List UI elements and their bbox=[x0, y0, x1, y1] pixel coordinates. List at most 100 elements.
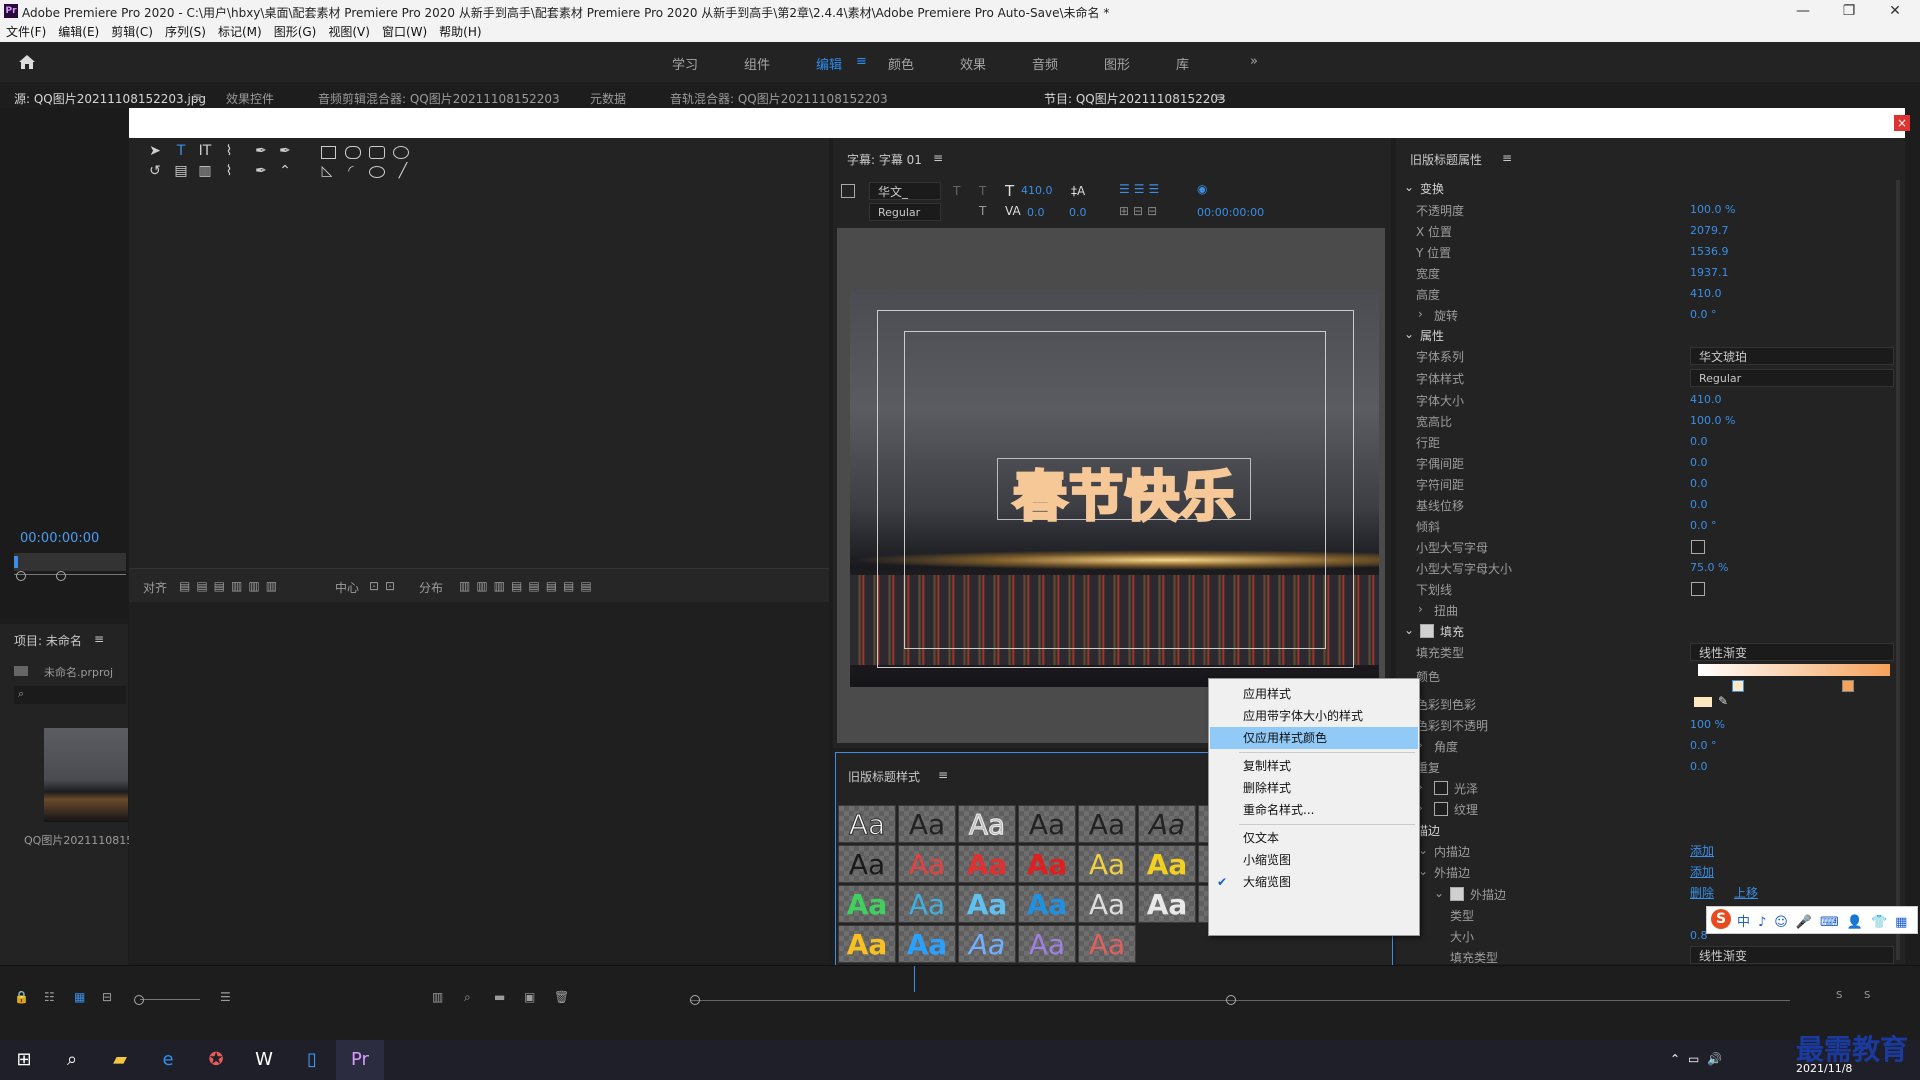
word-icon[interactable]: W bbox=[240, 1040, 288, 1080]
source-playhead[interactable] bbox=[14, 556, 18, 568]
height-value[interactable]: 410.0 bbox=[1690, 287, 1722, 300]
move-up-stroke-link[interactable]: 上移 bbox=[1734, 884, 1758, 901]
menu-duplicate-style[interactable]: 复制样式 bbox=[1210, 755, 1418, 777]
icon-view-icon[interactable]: ▦ bbox=[74, 990, 85, 1004]
width-value[interactable]: 1937.1 bbox=[1690, 266, 1729, 279]
bold-icon[interactable]: T bbox=[953, 184, 960, 198]
stroke-size-value[interactable]: 0.8 bbox=[1690, 929, 1708, 942]
leading-prop-value[interactable]: 0.0 bbox=[1690, 435, 1708, 448]
workspace-effects[interactable]: 效果 bbox=[960, 54, 986, 73]
workspace-editing[interactable]: 编辑 bbox=[816, 54, 842, 73]
wedge-tool-icon[interactable]: ◺ bbox=[317, 162, 337, 180]
vertical-area-type-tool-icon[interactable]: ▥ bbox=[195, 162, 215, 180]
rectangle-tool-icon[interactable] bbox=[321, 146, 336, 159]
menu-text-only[interactable]: 仅文本 bbox=[1210, 827, 1418, 849]
style-swatch[interactable]: Aa bbox=[838, 845, 896, 883]
fill-checkbox[interactable] bbox=[1420, 624, 1434, 638]
home-icon[interactable] bbox=[18, 54, 36, 70]
line-tool-icon[interactable]: ╱ bbox=[393, 162, 413, 180]
workspace-audio[interactable]: 音频 bbox=[1032, 54, 1058, 73]
menu-file[interactable]: 文件(F) bbox=[0, 22, 52, 42]
chevron-down-icon[interactable]: ⌄ bbox=[1404, 180, 1414, 194]
selection-tool-icon[interactable]: ➤ bbox=[145, 142, 165, 160]
fill-type-select[interactable]: 线性渐变 bbox=[1690, 643, 1894, 661]
distort-label[interactable]: 扭曲 bbox=[1434, 602, 1458, 619]
properties-scrollbar[interactable] bbox=[1896, 180, 1900, 960]
title-designer-close-icon[interactable]: × bbox=[1894, 115, 1910, 131]
angle-value[interactable]: 0.0 ° bbox=[1690, 739, 1717, 752]
style-swatch[interactable]: Aa bbox=[1018, 805, 1076, 843]
menu-view[interactable]: 视图(V) bbox=[322, 22, 376, 42]
kerning-value[interactable]: 0.0 bbox=[1027, 206, 1045, 219]
style-swatch[interactable]: Aa bbox=[1078, 845, 1136, 883]
style-swatch[interactable]: Aa bbox=[898, 805, 956, 843]
font-family-dropdown[interactable]: 华文_ bbox=[869, 182, 941, 200]
style-swatch[interactable]: Aa bbox=[1078, 885, 1136, 923]
menu-apply-style-color-only[interactable]: 仅应用样式颜色 bbox=[1210, 727, 1418, 749]
automate-icon[interactable]: ▥ bbox=[432, 990, 443, 1004]
small-caps-checkbox[interactable] bbox=[1691, 540, 1705, 554]
menu-rename-style[interactable]: 重命名样式... bbox=[1210, 799, 1418, 821]
tab-audio-clip-mixer[interactable]: 音频剪辑混合器: QQ图片20211108152203 bbox=[318, 90, 560, 107]
underline-checkbox[interactable] bbox=[1691, 582, 1705, 596]
app-icon-2[interactable]: ▯ bbox=[288, 1040, 336, 1080]
ime-tool-icons[interactable]: 中♪☺🎤⌨👤👕▦ bbox=[1737, 911, 1915, 930]
menu-graphics[interactable]: 图形(G) bbox=[268, 22, 323, 42]
more-workspaces-icon[interactable]: » bbox=[1250, 54, 1258, 69]
source-timeline-bar[interactable] bbox=[14, 553, 126, 571]
menu-apply-style[interactable]: 应用样式 bbox=[1210, 683, 1418, 705]
properties-section[interactable]: 属性 bbox=[1420, 327, 1444, 344]
zoom-slider-handle[interactable] bbox=[134, 995, 144, 1005]
vertical-path-type-tool-icon[interactable]: ⌇ bbox=[219, 162, 239, 180]
timeline-scroll-handle-left[interactable] bbox=[690, 995, 700, 1005]
ime-toolbar[interactable]: S 中♪☺🎤⌨👤👕▦ bbox=[1706, 906, 1918, 934]
rotate-tool-icon[interactable]: ↺ bbox=[145, 162, 165, 180]
menu-small-thumbnails[interactable]: 小缩览图 bbox=[1210, 849, 1418, 871]
texture-checkbox[interactable] bbox=[1434, 802, 1448, 816]
properties-menu-icon[interactable]: ≡ bbox=[1502, 151, 1512, 165]
workspace-menu-icon[interactable]: ≡ bbox=[856, 54, 867, 69]
italic-icon[interactable]: T bbox=[979, 184, 986, 198]
ellipse2-tool-icon[interactable] bbox=[369, 166, 385, 178]
trash-icon[interactable]: 🗑 bbox=[554, 990, 569, 1004]
add-outer-stroke-link[interactable]: 添加 bbox=[1690, 863, 1714, 880]
project-search-input[interactable] bbox=[14, 686, 126, 704]
sogou-ime-icon[interactable]: S bbox=[1711, 909, 1731, 929]
repeat-value[interactable]: 0.0 bbox=[1690, 760, 1708, 773]
program-menu-icon[interactable]: ≡ bbox=[1214, 90, 1224, 104]
align-buttons[interactable]: ▤▤▤▥▥▥ bbox=[179, 579, 283, 593]
gradient-stop-start[interactable] bbox=[1732, 680, 1744, 692]
freeform-view-icon[interactable]: ⊟ bbox=[102, 990, 112, 1004]
chevron-down-icon[interactable]: ⌄ bbox=[1434, 886, 1444, 900]
find-icon[interactable]: ⌕ bbox=[464, 990, 471, 1005]
source-zoom-handle-left[interactable] bbox=[16, 571, 26, 581]
tab-audio-track-mixer[interactable]: 音轨混合器: QQ图片20211108152203 bbox=[670, 90, 888, 107]
menu-delete-style[interactable]: 删除样式 bbox=[1210, 777, 1418, 799]
caption-text[interactable]: 春节快乐 bbox=[995, 452, 1255, 531]
solo-button[interactable]: S bbox=[1836, 990, 1842, 1001]
rounded-rect-tool-icon[interactable] bbox=[345, 146, 361, 159]
menu-sequence[interactable]: 序列(S) bbox=[159, 22, 212, 42]
playhead[interactable] bbox=[914, 966, 915, 992]
font-size-value[interactable]: 410.0 bbox=[1021, 184, 1053, 197]
tab-menu-icon[interactable]: ≡ bbox=[192, 90, 202, 104]
style-swatch[interactable]: Aa bbox=[1018, 925, 1076, 963]
font-family-select[interactable]: 华文琥珀 bbox=[1690, 347, 1894, 365]
arc-tool-icon[interactable]: ◜ bbox=[341, 162, 361, 180]
tracking-value[interactable]: 0.0 bbox=[1690, 477, 1708, 490]
file-explorer-icon[interactable]: ▰ bbox=[96, 1040, 144, 1080]
opacity-value[interactable]: 100.0 % bbox=[1690, 203, 1735, 216]
windows-start-icon[interactable]: ⊞ bbox=[0, 1040, 48, 1080]
style-swatch[interactable]: Aa bbox=[898, 925, 956, 963]
menu-edit[interactable]: 编辑(E) bbox=[52, 22, 105, 42]
add-inner-stroke-link[interactable]: 添加 bbox=[1690, 842, 1714, 859]
workspace-libraries[interactable]: 库 bbox=[1176, 54, 1189, 73]
kerning-prop-value[interactable]: 0.0 bbox=[1690, 456, 1708, 469]
premiere-taskbar-icon[interactable]: Pr bbox=[336, 1040, 384, 1080]
distribute-buttons[interactable]: ▥▥▥▤▤▤▤▤ bbox=[459, 579, 598, 593]
style-swatch[interactable]: Aa bbox=[958, 885, 1016, 923]
rotation-value[interactable]: 0.0 ° bbox=[1690, 308, 1717, 321]
workspace-assembly[interactable]: 组件 bbox=[744, 54, 770, 73]
delete-stroke-link[interactable]: 删除 bbox=[1690, 884, 1714, 901]
style-swatch[interactable]: Aa bbox=[838, 885, 896, 923]
